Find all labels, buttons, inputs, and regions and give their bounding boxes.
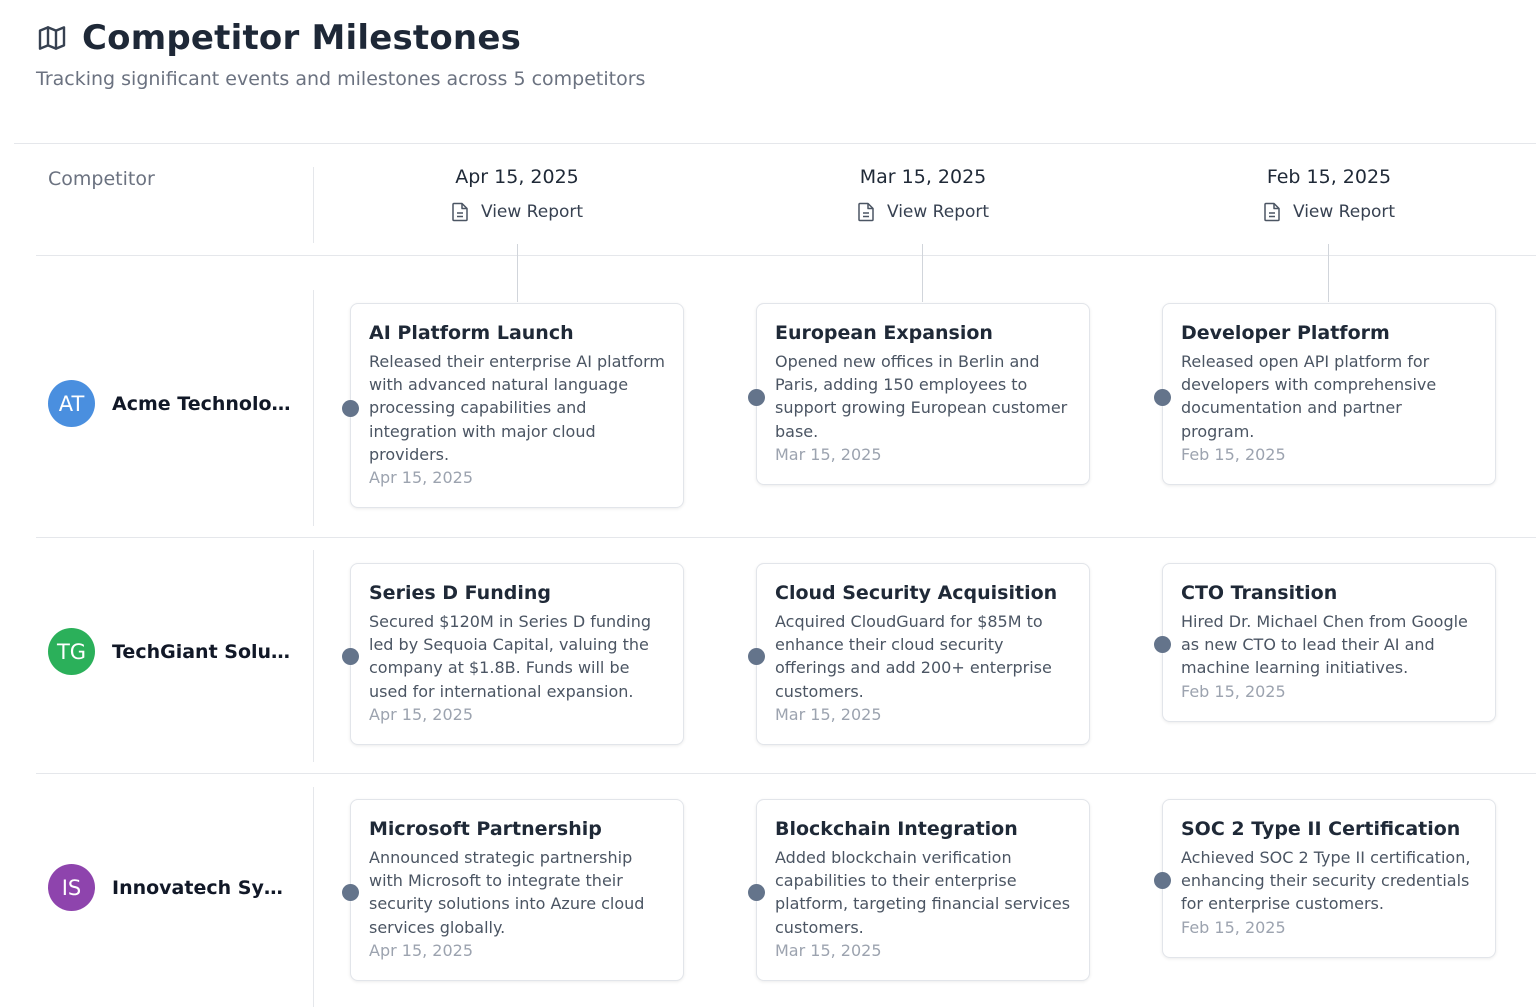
milestone-title: European Expansion — [775, 322, 993, 344]
page-header: Competitor Milestones — [36, 18, 521, 58]
timeline-dot — [748, 884, 765, 901]
milestone-card[interactable]: AI Platform Launch Released their enterp… — [342, 303, 684, 509]
document-icon — [452, 202, 468, 222]
page-subtitle: Tracking significant events and mileston… — [36, 68, 646, 90]
row-divider — [36, 773, 1536, 774]
map-icon — [36, 21, 70, 55]
milestone-card[interactable]: Developer Platform Released open API pla… — [1154, 303, 1496, 486]
milestone-date: Feb 15, 2025 — [1181, 917, 1286, 937]
column-separator — [313, 550, 314, 762]
row-divider — [36, 537, 1536, 538]
column-date: Mar 15, 2025 — [859, 166, 987, 188]
column-header-divider — [36, 255, 1536, 256]
milestone-title: Developer Platform — [1181, 322, 1390, 344]
timeline-dot — [1154, 636, 1171, 653]
competitor-column-header: Competitor — [48, 168, 155, 190]
avatar: IS — [48, 864, 95, 911]
column-date: Apr 15, 2025 — [455, 166, 579, 188]
milestone-description: Announced strategic partnership with Mic… — [369, 848, 645, 937]
milestone-description: Secured $120M in Series D funding led by… — [369, 612, 652, 701]
milestone-date: Apr 15, 2025 — [369, 940, 474, 960]
competitor-name: Innovatech Systems — [112, 876, 292, 899]
milestone-date: Feb 15, 2025 — [1181, 681, 1286, 701]
timeline-connector — [1328, 244, 1329, 302]
milestone-description: Achieved SOC 2 Type II certification, en… — [1181, 848, 1471, 914]
date-column-header: Feb 15, 2025 View Report — [1126, 166, 1532, 226]
milestone-date: Apr 15, 2025 — [369, 468, 474, 488]
page-title: Competitor Milestones — [82, 18, 522, 58]
view-report-label: View Report — [1292, 202, 1396, 222]
milestone-description: Released their enterprise AI platform wi… — [369, 352, 665, 464]
milestone-card[interactable]: Blockchain Integration Added blockchain … — [748, 799, 1090, 982]
document-icon — [858, 202, 874, 222]
milestone-card[interactable]: CTO Transition Hired Dr. Michael Chen fr… — [1154, 563, 1496, 722]
timeline-dot — [342, 400, 359, 417]
avatar: AT — [48, 380, 95, 427]
milestone-description: Released open API platform for developer… — [1181, 352, 1437, 441]
column-date: Feb 15, 2025 — [1266, 166, 1392, 188]
timeline-dot — [1154, 389, 1171, 406]
timeline-connector — [922, 244, 923, 302]
view-report-label: View Report — [886, 202, 990, 222]
timeline-dot — [342, 648, 359, 665]
milestone-title: CTO Transition — [1181, 582, 1338, 604]
milestone-title: Microsoft Partnership — [369, 818, 602, 840]
timeline-connector — [517, 244, 518, 302]
milestone-date: Mar 15, 2025 — [775, 704, 882, 724]
milestone-description: Acquired CloudGuard for $85M to enhance … — [775, 612, 1052, 701]
milestone-card[interactable]: Series D Funding Secured $120M in Series… — [342, 563, 684, 746]
timeline-dot — [748, 389, 765, 406]
milestone-date: Mar 15, 2025 — [775, 444, 882, 464]
milestone-date: Feb 15, 2025 — [1181, 444, 1286, 464]
milestone-title: SOC 2 Type II Certification — [1181, 818, 1461, 840]
timeline-dot — [748, 648, 765, 665]
column-separator — [313, 787, 314, 1007]
header-divider — [14, 143, 1536, 144]
milestone-card[interactable]: Cloud Security Acquisition Acquired Clou… — [748, 563, 1090, 746]
competitor-name: Acme Technologies — [112, 392, 292, 415]
milestone-card[interactable]: SOC 2 Type II Certification Achieved SOC… — [1154, 799, 1496, 958]
date-column-header: Mar 15, 2025 View Report — [720, 166, 1126, 226]
milestone-title: Series D Funding — [369, 582, 551, 604]
timeline-dot — [342, 884, 359, 901]
view-report-label: View Report — [480, 202, 584, 222]
milestone-description: Added blockchain verification capabiliti… — [775, 848, 1071, 937]
competitor-row-header[interactable]: AT Acme Technologies — [48, 380, 292, 427]
date-column-header: Apr 15, 2025 View Report — [314, 166, 720, 226]
column-separator — [313, 290, 314, 526]
competitor-name: TechGiant Solutions — [112, 640, 292, 663]
milestone-card[interactable]: Microsoft Partnership Announced strategi… — [342, 799, 684, 982]
milestone-description: Opened new offices in Berlin and Paris, … — [775, 352, 1068, 441]
milestone-title: Blockchain Integration — [775, 818, 1018, 840]
timeline-dot — [1154, 872, 1171, 889]
milestone-title: AI Platform Launch — [369, 322, 574, 344]
milestone-date: Mar 15, 2025 — [775, 940, 882, 960]
avatar: TG — [48, 628, 95, 675]
view-report-link[interactable]: View Report — [1263, 202, 1395, 222]
document-icon — [1264, 202, 1280, 222]
competitor-row-header[interactable]: TG TechGiant Solutions — [48, 628, 292, 675]
view-report-link[interactable]: View Report — [857, 202, 989, 222]
milestone-date: Apr 15, 2025 — [369, 704, 474, 724]
milestone-title: Cloud Security Acquisition — [775, 582, 1058, 604]
title-row: Competitor Milestones — [36, 18, 521, 58]
milestone-description: Hired Dr. Michael Chen from Google as ne… — [1181, 612, 1468, 678]
view-report-link[interactable]: View Report — [451, 202, 583, 222]
milestone-card[interactable]: European Expansion Opened new offices in… — [748, 303, 1090, 486]
competitor-row-header[interactable]: IS Innovatech Systems — [48, 864, 292, 911]
